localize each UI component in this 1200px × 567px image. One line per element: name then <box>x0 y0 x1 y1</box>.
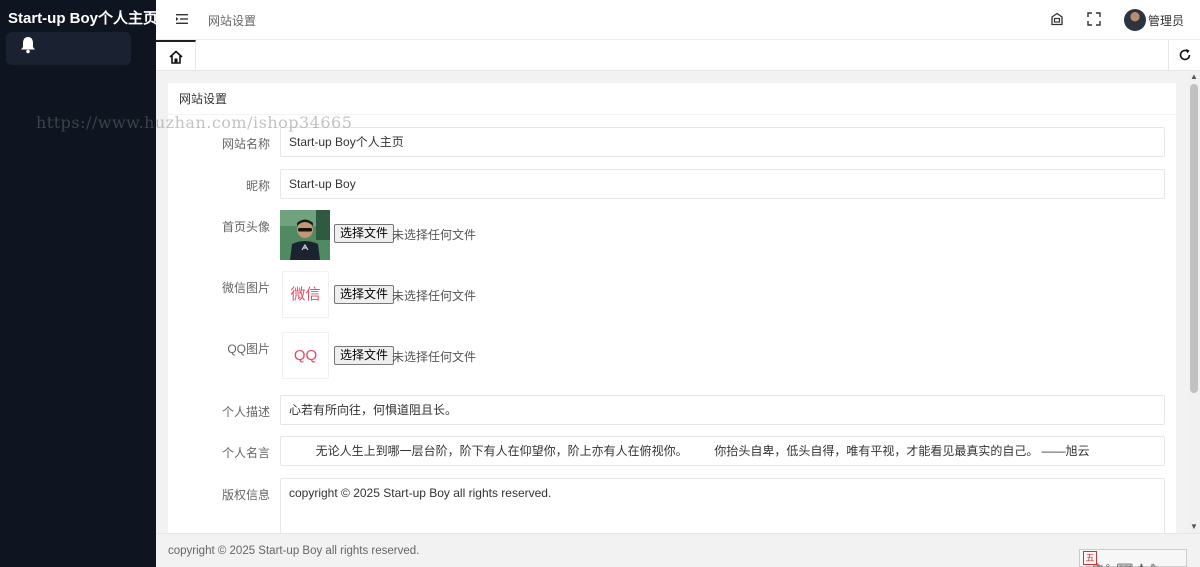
user-menu[interactable]: 管理员 <box>1124 8 1184 32</box>
copyright-label: 版权信息 <box>221 488 270 502</box>
card-title: 网站设置 <box>168 83 1176 115</box>
top-header: 网站设置 管理员 <box>156 0 1200 40</box>
motto-label: 个人名言 <box>221 446 270 460</box>
page-scrollbar[interactable]: ▲ ▼ <box>1188 71 1200 533</box>
motto-input[interactable]: 无论人生上到哪一层台阶，阶下有人在仰望你，阶上亦有人在俯视你。 你抬头自卑，低头… <box>280 436 1165 466</box>
sidebar-item-notifications[interactable] <box>6 32 131 65</box>
avatar <box>1124 9 1146 31</box>
copyright-textarea[interactable]: copyright © 2025 Start-up Boy all rights… <box>280 478 1165 533</box>
nickname-input[interactable]: Start-up Boy <box>280 169 1165 199</box>
site-name-input[interactable]: Start-up Boy个人主页 <box>280 127 1165 157</box>
scroll-up-arrow[interactable]: ▲ <box>1188 71 1200 83</box>
qq-image-label: QQ图片 <box>227 342 270 356</box>
tab-home[interactable] <box>156 40 196 71</box>
avatar-preview-image <box>280 210 330 260</box>
ime-toolbar[interactable]: 五 中 ☽ °, ⌨ ♟ ✎ <box>1079 549 1187 567</box>
settings-card: 网站设置 网站名称 Start-up Boy个人主页 昵称 Start-up B… <box>168 83 1176 533</box>
scroll-down-arrow[interactable]: ▼ <box>1188 521 1200 533</box>
wechat-image-label: 微信图片 <box>221 281 270 295</box>
wechat-image-file-button[interactable]: 选择文件 <box>334 285 395 304</box>
nickname-label: 昵称 <box>245 179 270 193</box>
main-content: 网站设置 网站名称 Start-up Boy个人主页 昵称 Start-up B… <box>156 71 1188 533</box>
watermark-text: https://www.huzhan.com/ishop34665 <box>36 113 353 132</box>
wechat-image-preview: 微信 <box>282 271 329 318</box>
qq-image-file-button[interactable]: 选择文件 <box>334 346 395 365</box>
theme-icon[interactable] <box>1049 11 1065 27</box>
footer-copyright: copyright © 2025 Start-up Boy all rights… <box>168 545 420 557</box>
scroll-thumb[interactable] <box>1190 84 1198 393</box>
page-footer: copyright © 2025 Start-up Boy all rights… <box>156 533 1200 567</box>
fullscreen-icon[interactable] <box>1086 11 1102 27</box>
qq-image-file-status: 未选择任何文件 <box>392 350 477 364</box>
ime-symbols[interactable]: ☽ °, ⌨ ♟ ✎ <box>1092 561 1159 567</box>
site-name-label: 网站名称 <box>221 137 270 151</box>
refresh-button[interactable] <box>1168 40 1200 71</box>
bell-icon <box>21 37 35 54</box>
home-avatar-file-button[interactable]: 选择文件 <box>334 224 395 243</box>
home-icon <box>169 50 183 64</box>
sidebar: Start-up Boy个人主页 <box>0 0 158 567</box>
home-avatar-file-status: 未选择任何文件 <box>392 228 477 242</box>
tab-bar <box>156 40 1200 71</box>
description-input[interactable]: 心若有所向往，何惧道阻且长。 <box>280 395 1165 425</box>
breadcrumb[interactable]: 网站设置 <box>208 12 256 29</box>
wechat-image-file-status: 未选择任何文件 <box>392 289 477 303</box>
description-label: 个人描述 <box>221 405 270 419</box>
qq-image-preview: QQ <box>282 332 329 379</box>
menu-toggle-icon[interactable] <box>174 11 190 27</box>
home-avatar-label: 首页头像 <box>221 220 270 234</box>
refresh-icon <box>1179 49 1191 61</box>
user-name: 管理员 <box>1148 13 1185 28</box>
